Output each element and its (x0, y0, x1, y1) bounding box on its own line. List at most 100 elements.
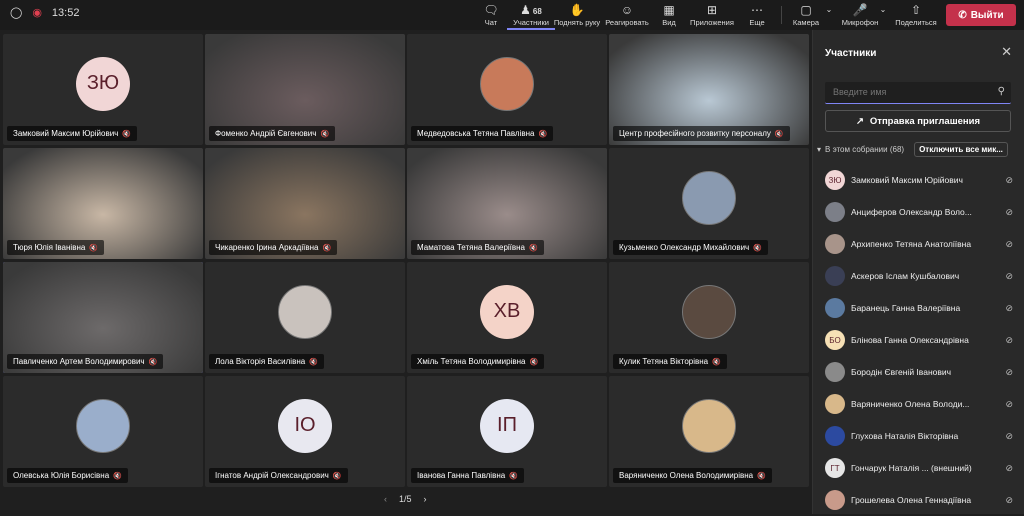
participant-name: Баранець Ганна Валеріївна (851, 303, 961, 313)
avatar: ІП (480, 398, 534, 453)
participant-list-item[interactable]: ГТ Гончарук Наталія ... (внешний) ⊘ (825, 452, 1021, 484)
participant-name: Глухова Наталія Вікторівна (851, 431, 959, 441)
more-button[interactable]: ⋯ Еще (733, 0, 781, 30)
avatar: ЗЮ (825, 170, 845, 190)
avatar: ІО (278, 398, 332, 453)
participant-name-label: Хміль Тетяна Володимирівна 🔇 (411, 354, 545, 369)
participant-tile[interactable]: Медведовська Тетяна Павлівна 🔇 (407, 34, 607, 145)
participant-tile[interactable]: ІО Ігнатов Андрій Олександрович 🔇 (205, 376, 405, 487)
participant-name-label: Чикаренко Ірина Аркадіївна 🔇 (209, 240, 338, 255)
avatar (825, 298, 845, 318)
microphone-off-icon: 🔇 (538, 131, 548, 138)
microphone-off-icon: ⊘ (1005, 238, 1013, 249)
raise-hand-icon: ✋ (569, 3, 585, 17)
participant-list-item[interactable]: Анциферов Олександр Воло... ⊘ (825, 196, 1021, 228)
more-icon: ⋯ (751, 3, 763, 17)
participant-name: Гончарук Наталія ... (внешний) (851, 463, 972, 473)
phone-hangup-icon: ✆ (958, 9, 967, 21)
avatar (825, 362, 845, 382)
participant-list-item[interactable]: Глухова Наталія Вікторівна ⊘ (825, 420, 1021, 452)
participants-button[interactable]: ♟ 68 Участники (507, 0, 555, 30)
participant-name-label: Ігнатов Андрій Олександрович 🔇 (209, 468, 348, 483)
microphone-options-chevron[interactable]: ⌄ (876, 0, 890, 30)
mute-all-button[interactable]: Отключить все мик... (914, 141, 1008, 157)
participant-tile[interactable]: Кузьменко Олександр Михайлович 🔇 (609, 148, 809, 259)
video-grid: ЗЮ Замковий Максим Юрійович 🔇 Фоменко Андрі… (0, 34, 812, 490)
avatar (825, 426, 845, 446)
participant-tile[interactable]: Фоменко Андрій Євгенович 🔇 (205, 34, 405, 145)
participant-name: Аскеров Іслам Кушбалович (851, 271, 960, 281)
participant-tile[interactable]: ІП Іванова Ганна Павлівна 🔇 (407, 376, 607, 487)
microphone-off-icon: 🔇 (509, 473, 518, 480)
participant-list-item[interactable]: Аскеров Іслам Кушбалович ⊘ (825, 260, 1021, 292)
avatar (682, 398, 736, 453)
participant-name: Павличенко Артем Володимирович (13, 357, 145, 366)
participant-tile[interactable]: Кулик Тетяна Вікторівна 🔇 (609, 262, 809, 373)
prev-page-button[interactable]: ‹ (384, 494, 387, 504)
participant-tile[interactable]: Центр професійного розвитку персоналу 🔇 (609, 34, 809, 145)
search-input[interactable] (825, 82, 985, 102)
microphone-off-icon: 🔇 (320, 131, 330, 138)
participant-tile[interactable]: Лола Вікторія Василівна 🔇 (205, 262, 405, 373)
microphone-off-icon: 🔇 (753, 245, 762, 252)
microphone-off-icon: 🔇 (529, 245, 538, 252)
view-button[interactable]: ▦ Вид (645, 0, 693, 30)
close-icon[interactable]: ✕ (1001, 44, 1012, 60)
participant-list-item[interactable]: БО Блінова Ганна Олександрівна ⊘ (825, 324, 1021, 356)
participant-name-label: Центр професійного розвитку персоналу 🔇 (613, 126, 790, 141)
avatar (825, 394, 845, 414)
microphone-off-icon: 🔇 (332, 473, 342, 480)
participant-list-item[interactable]: Грошелева Олена Геннадіївна ⊘ (825, 484, 1021, 516)
participant-name: Кулик Тетяна Вікторівна (619, 357, 709, 366)
participant-list-item[interactable]: Архипенко Тетяна Анатоліївна ⊘ (825, 228, 1021, 260)
participant-tile[interactable]: Варяниченко Олена Володимирівна 🔇 (609, 376, 809, 487)
microphone-off-icon: ⊘ (1005, 174, 1013, 185)
participant-name: Олевська Юлія Борисівна (13, 471, 110, 480)
avatar (825, 202, 845, 222)
participant-name: Ігнатов Андрій Олександрович (215, 471, 329, 480)
avatar: ЗЮ (76, 56, 130, 111)
section-label: В этом собрании (68) (825, 144, 905, 154)
avatar (825, 490, 845, 510)
participant-list-item[interactable]: Варяниченко Олена Володи... ⊘ (825, 388, 1021, 420)
microphone-off-icon: ⊘ (1005, 334, 1013, 345)
microphone-off-icon: 🔇 (757, 473, 766, 480)
microphone-off-icon: 🔇 (122, 131, 132, 138)
participant-tile[interactable]: Тюря Юлія Іванівна 🔇 (3, 148, 203, 259)
participant-list-item[interactable]: ЗЮ Замковий Максим Юрійович ⊘ (825, 164, 1021, 196)
participant-name: Архипенко Тетяна Анатоліївна (851, 239, 972, 249)
participant-name: Анциферов Олександр Воло... (851, 207, 972, 217)
leave-button[interactable]: ✆ Выйти (946, 4, 1016, 26)
microphone-off-icon: ⊘ (1005, 462, 1013, 473)
raise-hand-button[interactable]: ✋ Поднять руку (553, 0, 601, 30)
microphone-off-icon: ⊘ (1005, 270, 1013, 281)
microphone-off-icon: 🔇 (774, 131, 784, 138)
participant-tile[interactable]: Павличенко Артем Володимирович 🔇 (3, 262, 203, 373)
next-page-button[interactable]: › (424, 494, 427, 504)
page-indicator: 1/5 (399, 494, 412, 504)
participant-list-item[interactable]: Баранець Ганна Валеріївна ⊘ (825, 292, 1021, 324)
send-invite-button[interactable]: ↗ Отправка приглашения (825, 110, 1011, 132)
participant-tile[interactable]: ЗЮ Замковий Максим Юрійович 🔇 (3, 34, 203, 145)
react-button[interactable]: ☺ Реагировать (603, 0, 651, 30)
avatar: ГТ (825, 458, 845, 478)
camera-options-chevron[interactable]: ⌄ (822, 0, 836, 30)
participant-list-item[interactable]: Бородін Євгеній Іванович ⊘ (825, 356, 1021, 388)
avatar: БО (825, 330, 845, 350)
apps-button[interactable]: ⊞ Приложения (688, 0, 736, 30)
share-button[interactable]: ⇧ Поделиться (892, 0, 940, 30)
participant-tile[interactable]: Маматова Тетяна Валеріївна 🔇 (407, 148, 607, 259)
participant-tile[interactable]: Чикаренко Ірина Аркадіївна 🔇 (205, 148, 405, 259)
participant-tile[interactable]: ХВ Хміль Тетяна Володимирівна 🔇 (407, 262, 607, 373)
avatar (480, 56, 534, 111)
microphone-off-icon: ⊘ (1005, 430, 1013, 441)
participant-name: Замковий Максим Юрійович (851, 175, 963, 185)
participant-name: Блінова Ганна Олександрівна (851, 335, 969, 345)
participant-name-label: Іванова Ганна Павлівна 🔇 (411, 468, 524, 483)
avatar (278, 284, 332, 339)
participant-name-label: Тюря Юлія Іванівна 🔇 (7, 240, 105, 255)
participant-tile[interactable]: Олевська Юлія Борисівна 🔇 (3, 376, 203, 487)
microphone-off-icon: 🔇 (309, 359, 318, 366)
participant-search[interactable]: ⚲ (825, 82, 1011, 104)
in-meeting-section[interactable]: ▾ В этом собрании (68) Отключить все мик… (817, 140, 1017, 158)
